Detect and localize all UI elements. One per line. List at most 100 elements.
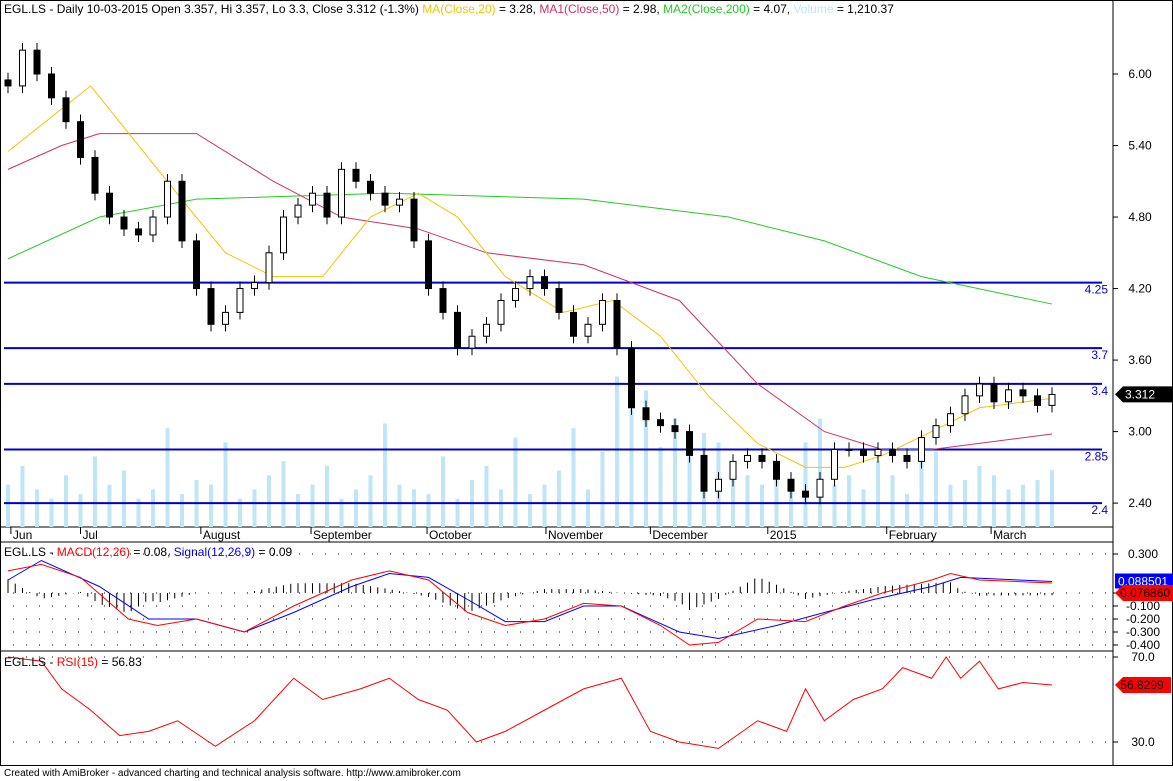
month-label: December xyxy=(652,528,707,542)
candle-up xyxy=(280,216,287,254)
candle-down xyxy=(570,311,577,337)
candle-up xyxy=(729,460,737,480)
candle-down xyxy=(352,168,360,182)
volume-bar xyxy=(151,489,155,527)
macd-tick-label: -0.300 xyxy=(1126,625,1160,639)
volume-bar xyxy=(383,423,387,527)
ma200-label: MA2(Close,200) xyxy=(663,2,750,16)
candle-up xyxy=(396,198,403,206)
volume-bar xyxy=(847,475,851,527)
volume-bar xyxy=(600,451,605,527)
volume-bar xyxy=(1006,489,1011,527)
candle-up xyxy=(831,448,838,480)
level-label: 2.4 xyxy=(1091,503,1108,517)
level-label: 3.4 xyxy=(1091,384,1108,398)
month-label: Jul xyxy=(83,528,98,542)
volume-bar xyxy=(426,494,431,527)
candle-down xyxy=(33,49,41,75)
candle-down xyxy=(889,448,896,456)
candle-down xyxy=(367,180,374,194)
candle-down xyxy=(686,431,693,456)
volume-bar xyxy=(325,465,329,527)
candle-up xyxy=(976,383,983,397)
ohlc-text: EGL.LS - Daily 10-03-2015 Open 3.357, Hi… xyxy=(4,2,419,16)
volume-bar xyxy=(397,484,402,527)
volume-bar xyxy=(368,475,373,527)
ma20-value: = 3.28, xyxy=(495,2,540,16)
candle-up xyxy=(816,478,824,498)
candle-up xyxy=(845,448,853,451)
candle-up xyxy=(947,413,954,427)
signal-value: = 0.09 xyxy=(255,545,293,559)
candle-down xyxy=(135,228,142,236)
price-header: EGL.LS - Daily 10-03-2015 Open 3.357, Hi… xyxy=(4,2,894,16)
candle-down xyxy=(657,419,664,427)
candle-up xyxy=(512,288,519,301)
candle-up xyxy=(497,299,505,325)
volume-bar xyxy=(93,456,97,527)
candle-down xyxy=(410,198,418,242)
candle-down xyxy=(323,192,331,218)
candle-down xyxy=(178,180,186,242)
volume-bar xyxy=(499,489,503,527)
volume-bar xyxy=(6,484,10,527)
macd-value-label: 0.076860 xyxy=(1120,586,1170,600)
candle-up xyxy=(338,168,345,218)
volume-bar xyxy=(977,465,982,527)
volume-bar xyxy=(861,489,866,527)
volume-bar xyxy=(890,475,895,527)
volume-bar xyxy=(542,484,547,527)
volume-bar xyxy=(934,451,938,527)
ma50-label: MA1(Close,50) xyxy=(539,2,620,16)
volume-value: = 1,210.37 xyxy=(833,2,894,16)
volume-bar xyxy=(658,447,663,527)
price-tick-label: 3.00 xyxy=(1128,425,1152,439)
volume-bar xyxy=(528,494,532,527)
chart-canvas[interactable]: 6.00 5.40 4.80 4.20 3.60 3.00 2.40 Jun Jul August… xyxy=(0,0,1173,781)
price-tick-label: 5.40 xyxy=(1128,139,1152,153)
volume-bar xyxy=(992,475,996,527)
candle-up xyxy=(294,204,302,218)
candle-down xyxy=(454,311,461,349)
macd-prefix: EGL.LS - xyxy=(4,545,57,559)
level-label: 4.25 xyxy=(1085,283,1109,297)
candle-down xyxy=(700,454,708,492)
volume-bar xyxy=(354,489,358,527)
amibroker-chart: 6.00 5.40 4.80 4.20 3.60 3.00 2.40 Jun Jul August… xyxy=(0,0,1173,781)
footer-credit: Created with AmiBroker - advanced charti… xyxy=(4,768,461,779)
candle-down xyxy=(62,97,70,123)
volume-bar xyxy=(107,484,112,527)
candle-down xyxy=(787,478,795,492)
candle-up xyxy=(874,448,882,456)
volume-bar xyxy=(745,475,750,527)
volume-bar xyxy=(122,470,126,527)
signal-line xyxy=(7,559,1053,640)
price-tick-label: 4.20 xyxy=(1128,282,1152,296)
candle-down xyxy=(802,490,809,498)
candle-down xyxy=(541,276,548,290)
signal-label: Signal(12,26,9) xyxy=(173,545,256,559)
rsi-label: RSI(15) xyxy=(56,655,99,669)
ma20-label: MA(Close,20) xyxy=(422,2,496,16)
candle-up xyxy=(468,335,476,349)
candle-down xyxy=(642,407,650,421)
candle-up xyxy=(149,216,157,236)
candle-up xyxy=(1048,393,1056,406)
candle-up xyxy=(164,180,171,218)
volume-bar xyxy=(905,494,909,527)
ma50-value: = 2.98, xyxy=(619,2,664,16)
candle-down xyxy=(990,383,998,403)
volume-bar xyxy=(165,428,170,527)
candle-down xyxy=(48,73,55,99)
rsi-line xyxy=(7,656,1053,749)
candle-down xyxy=(193,240,200,290)
macd-tick-label: -0.100 xyxy=(1126,599,1160,613)
candle-up xyxy=(599,299,606,325)
month-label: Jun xyxy=(13,528,32,542)
volume-bar xyxy=(180,494,184,527)
candle-down xyxy=(439,288,447,313)
month-label: February xyxy=(889,528,937,542)
rsi-value: = 56.83 xyxy=(98,655,142,669)
candle-up xyxy=(1005,389,1012,403)
level-label: 2.85 xyxy=(1085,449,1109,463)
